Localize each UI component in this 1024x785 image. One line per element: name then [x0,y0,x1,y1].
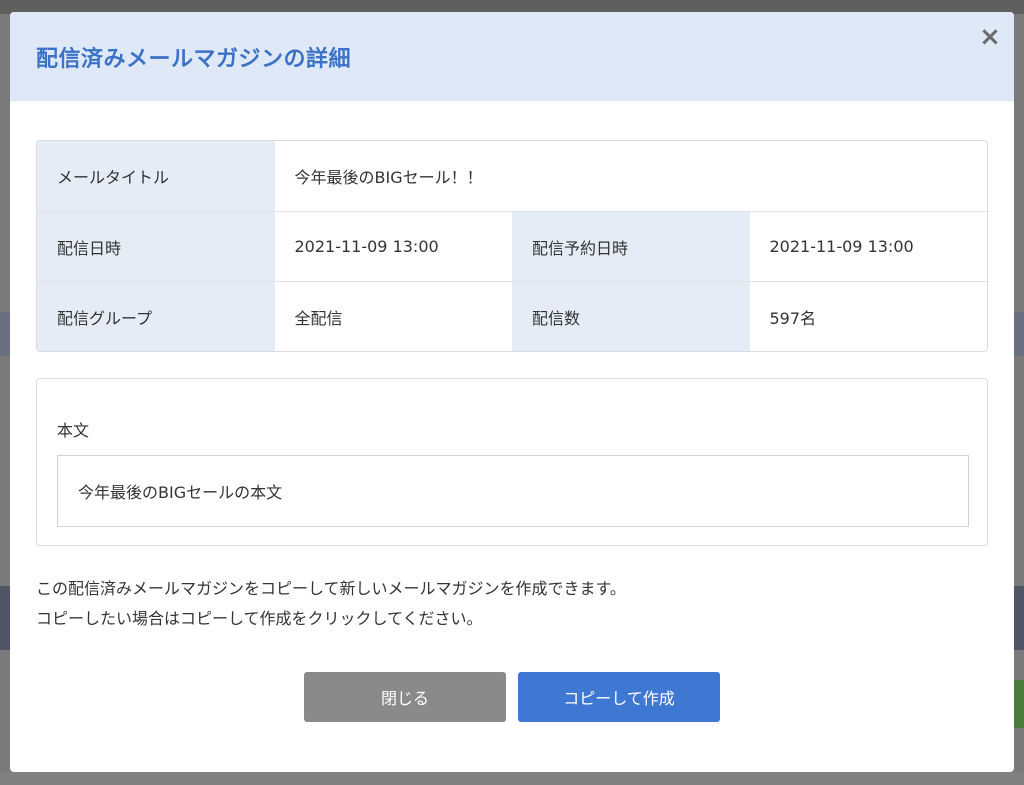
group-label: 配信グループ [37,282,275,351]
mail-detail-modal: 配信済みメールマガジンの詳細 × メールタイトル 今年最後のBIGセール！！ 配… [10,12,1014,772]
table-row: メールタイトル 今年最後のBIGセール！！ [37,141,987,211]
copy-note: この配信済みメールマガジンをコピーして新しいメールマガジンを作成できます。 コピ… [36,574,626,634]
table-row: 配信グループ 全配信 配信数 597名 [37,281,987,351]
count-value: 597名 [749,282,987,351]
mail-title-label: メールタイトル [37,141,275,211]
copy-and-create-button[interactable]: コピーして作成 [518,672,720,722]
scheduled-at-value: 2021-11-09 13:00 [749,212,987,281]
body-content: 今年最後のBIGセールの本文 [57,455,969,527]
count-label: 配信数 [512,282,750,351]
close-icon[interactable]: × [978,24,1002,50]
sent-at-value: 2021-11-09 13:00 [274,212,512,281]
body-label: 本文 [57,421,90,440]
modal-header: 配信済みメールマガジンの詳細 × [10,12,1014,101]
body-section: 本文 今年最後のBIGセールの本文 [36,378,988,546]
detail-table: メールタイトル 今年最後のBIGセール！！ 配信日時 2021-11-09 13… [36,140,988,352]
close-button[interactable]: 閉じる [304,672,506,722]
modal-title: 配信済みメールマガジンの詳細 [36,46,352,72]
group-value: 全配信 [274,282,512,351]
copy-note-line-1: この配信済みメールマガジンをコピーして新しいメールマガジンを作成できます。 [36,579,626,598]
background-table-row [0,772,1024,785]
table-row: 配信日時 2021-11-09 13:00 配信予約日時 2021-11-09 … [37,211,987,281]
mail-title-value: 今年最後のBIGセール！！ [274,141,987,211]
scheduled-at-label: 配信予約日時 [512,212,750,281]
copy-note-line-2: コピーしたい場合はコピーして作成をクリックしてください。 [36,609,483,628]
sent-at-label: 配信日時 [37,212,275,281]
